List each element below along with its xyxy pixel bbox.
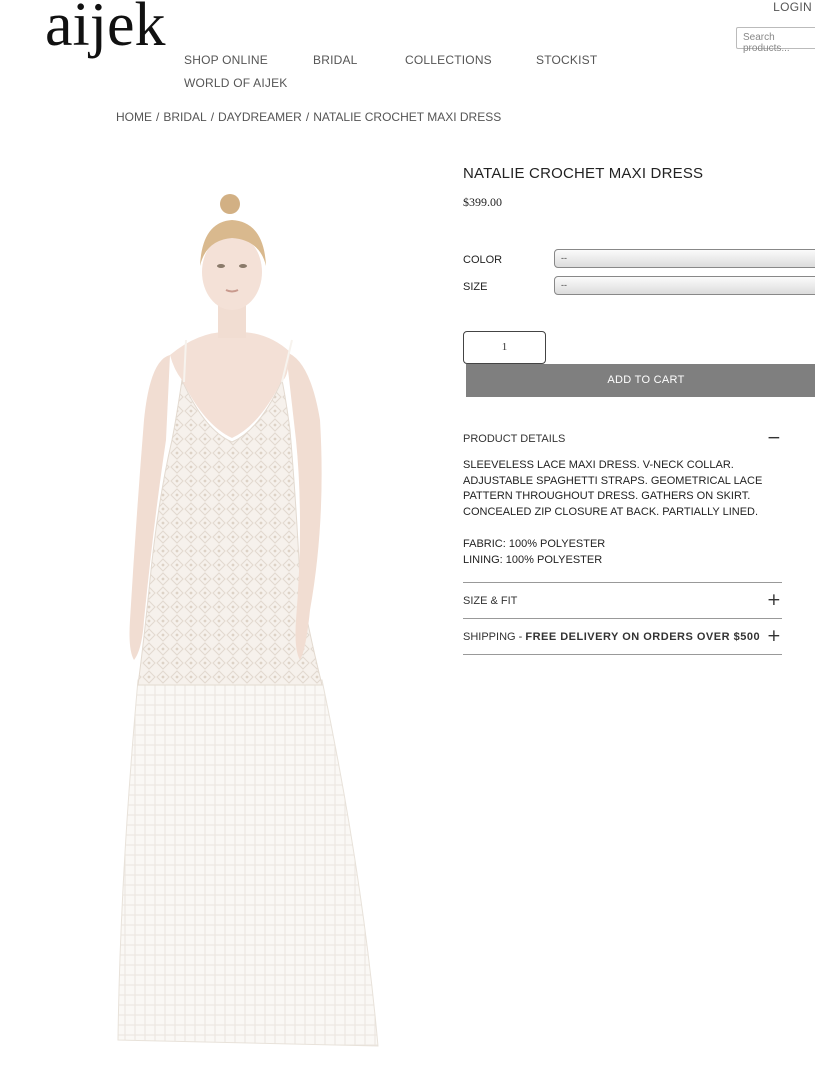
product-details-label: PRODUCT DETAILS [463, 433, 566, 445]
login-link[interactable]: LOGIN [773, 0, 812, 14]
breadcrumb-bridal[interactable]: BRIDAL [163, 110, 206, 124]
product-price: $399.00 [463, 195, 502, 209]
quantity-input[interactable]: 1 [463, 331, 546, 364]
shipping-label: SHIPPING - [463, 631, 526, 643]
shipping-highlight: FREE DELIVERY ON ORDERS OVER $500 [525, 631, 761, 643]
divider [463, 618, 782, 619]
color-select[interactable]: -- [554, 249, 815, 268]
nav-bridal[interactable]: BRIDAL [313, 53, 358, 67]
breadcrumb-home[interactable]: HOME [116, 110, 152, 124]
color-label: COLOR [463, 254, 503, 266]
divider [463, 582, 782, 583]
product-description: SLEEVELESS LACE MAXI DRESS. V-NECK COLLA… [463, 459, 763, 518]
nav-shop-online[interactable]: SHOP ONLINE [184, 53, 268, 67]
expand-icon[interactable]: + [767, 590, 781, 610]
breadcrumb-daydreamer[interactable]: DAYDREAMER [218, 110, 302, 124]
size-fit-label: SIZE & FIT [463, 595, 518, 607]
shipping-header[interactable]: SHIPPING - FREE DELIVERY ON ORDERS OVER … [463, 626, 781, 646]
nav-world-of-aijek[interactable]: WORLD OF AIJEK [184, 76, 287, 90]
collapse-icon[interactable]: − [767, 428, 781, 448]
nav-collections[interactable]: COLLECTIONS [405, 53, 492, 67]
expand-icon[interactable]: + [767, 626, 781, 646]
size-select[interactable]: -- [554, 276, 815, 295]
product-title: NATALIE CROCHET MAXI DRESS [463, 165, 704, 182]
product-details-header[interactable]: PRODUCT DETAILS − [463, 428, 781, 448]
nav-stockist[interactable]: STOCKIST [536, 53, 597, 67]
search-input[interactable]: Search products... [736, 27, 815, 54]
fabric-info: FABRIC: 100% POLYESTER [463, 538, 606, 550]
divider [463, 654, 782, 655]
size-label: SIZE [463, 281, 488, 293]
size-fit-header[interactable]: SIZE & FIT + [463, 590, 781, 610]
breadcrumb: HOME / BRIDAL / DAYDREAMER / NATALIE CROCHET M… [116, 110, 502, 124]
brand-logo[interactable]: aijek [45, 0, 166, 56]
breadcrumb-current: NATALIE CROCHET MAXI DRESS [313, 110, 502, 124]
lining-info: LINING: 100% POLYESTER [463, 554, 603, 566]
product-image[interactable] [100, 180, 400, 1060]
add-to-cart-button[interactable]: ADD TO CART [466, 364, 815, 397]
